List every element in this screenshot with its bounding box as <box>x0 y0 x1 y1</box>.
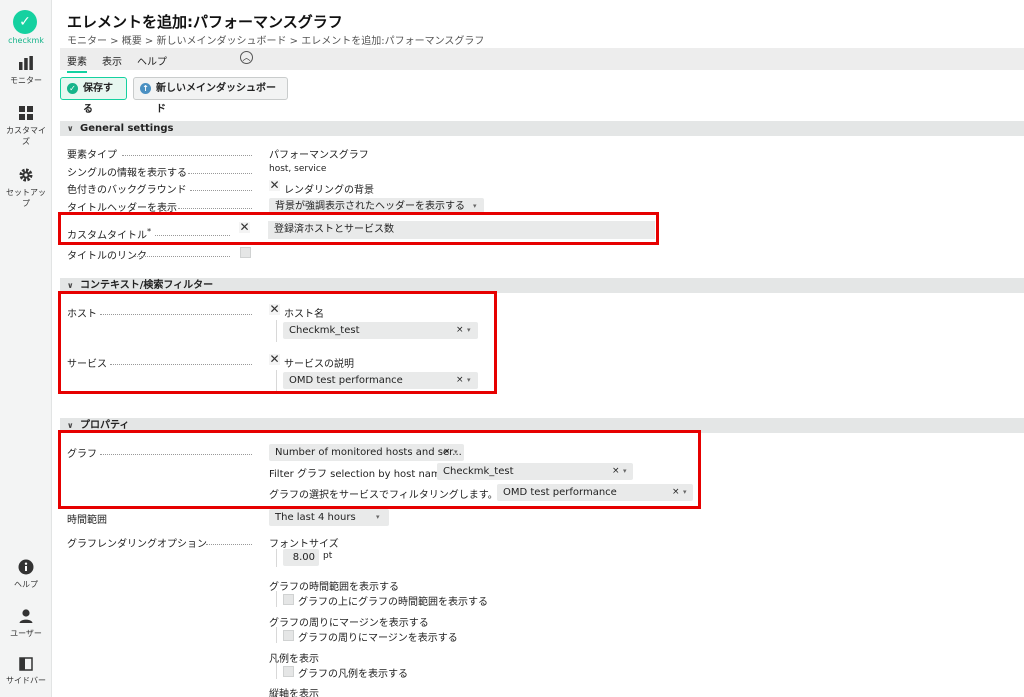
arrow-up-icon: ↑ <box>140 83 151 94</box>
info-icon <box>18 559 34 575</box>
legend-option: グラフの凡例を表示する <box>298 669 408 680</box>
dots-divider <box>134 256 230 257</box>
highlight-box-custom-title <box>58 212 659 245</box>
breadcrumb[interactable]: モニター > 概要 > 新しいメインダッシュボード > エレメントを追加:パフォ… <box>67 32 484 47</box>
colored-background-checkbox[interactable]: ✕ <box>269 179 280 191</box>
select-value: The last 4 hours <box>275 512 356 523</box>
font-size-unit: pt <box>323 551 333 561</box>
checkmk-logo-icon[interactable]: ✓ <box>13 10 37 34</box>
show-time-range-label: グラフの時間範囲を表示する <box>269 582 399 593</box>
title-link-label: タイトルのリンク <box>67 251 147 262</box>
menu-display[interactable]: 表示 <box>102 53 122 68</box>
highlight-box-graph-properties <box>58 430 701 509</box>
section-title: General settings <box>80 123 174 134</box>
dots-divider <box>206 544 252 545</box>
show-time-range-option: グラフの上にグラフの時間範囲を表示する <box>298 597 488 608</box>
sidebar-item-label: カスタマイズ <box>6 126 46 146</box>
sidebar-item-label: ユーザー <box>10 629 42 638</box>
chevron-down-icon: ∨ <box>67 124 74 133</box>
dashboard-button[interactable]: ↑ 新しいメインダッシュボード <box>133 77 288 115</box>
menu-bar: 要素 表示 ヘルプ ︿ <box>60 48 1024 73</box>
sidebar-item-label: ヘルプ <box>14 580 38 589</box>
section-title: コンテキスト/検索フィルター <box>80 280 214 291</box>
gear-icon <box>19 168 33 182</box>
sidebar-item-label: モニター <box>10 76 42 85</box>
dots-divider <box>190 190 252 191</box>
dropdown-arrow-icon: ▾ <box>376 513 380 521</box>
page-title: エレメントを追加:パフォーマンスグラフ <box>67 13 343 31</box>
sidebar-item-sidebar[interactable]: サイドバー <box>0 657 52 686</box>
dots-divider <box>188 173 252 174</box>
sidebar-item-customize[interactable]: カスタマイズ <box>0 105 52 147</box>
bar-chart-icon <box>19 56 33 70</box>
show-margin-option: グラフの周りにマージンを表示する <box>298 633 458 644</box>
show-legend-checkbox[interactable] <box>283 666 294 677</box>
sidebar-icon <box>19 657 33 671</box>
check-icon: ✓ <box>67 83 78 94</box>
element-type-label: 要素タイプ <box>67 150 117 161</box>
time-range-label: 時間範囲 <box>67 515 107 526</box>
user-icon <box>19 609 33 623</box>
show-time-range-checkbox[interactable] <box>283 594 294 605</box>
font-size-input[interactable]: 8.00 <box>283 549 319 566</box>
indent-bar <box>276 627 277 643</box>
section-general-settings[interactable]: ∨ General settings <box>60 121 1024 136</box>
sidebar-item-help[interactable]: ヘルプ <box>0 559 52 590</box>
sidebar-item-monitor[interactable]: モニター <box>0 55 52 86</box>
select-value: 背景が強調表示されたヘッダーを表示する <box>275 201 465 212</box>
element-type-value: パフォーマンスグラフ <box>269 150 369 161</box>
time-range-select[interactable]: The last 4 hours ▾ <box>269 509 389 526</box>
indent-bar <box>276 663 277 679</box>
menu-help[interactable]: ヘルプ <box>137 53 167 68</box>
grid-icon <box>19 106 33 120</box>
dashboard-button-label: 新しいメインダッシュボード <box>156 83 276 115</box>
indent-bar <box>276 591 277 607</box>
colored-background-label: 色付きのバックグラウンド <box>67 185 187 196</box>
logo-text: checkmk <box>8 36 44 45</box>
sidebar-item-label: セットアップ <box>6 188 46 208</box>
sidebar-item-user[interactable]: ユーザー <box>0 608 52 639</box>
single-info-label: シングルの情報を表示する <box>67 168 187 179</box>
title-link-checkbox[interactable] <box>240 247 251 258</box>
colored-background-value: レンダリングの背景 <box>284 185 374 196</box>
chevron-up-icon[interactable]: ︿ <box>240 51 253 64</box>
sidebar-item-setup[interactable]: セットアップ <box>0 167 52 209</box>
font-size-label: フォントサイズ <box>269 539 339 550</box>
menu-elements[interactable]: 要素 <box>67 53 87 73</box>
save-button-label: 保存する <box>83 83 113 115</box>
highlight-box-context-filters <box>58 291 497 394</box>
indent-bar <box>276 549 277 567</box>
show-margin-label: グラフの周りにマージンを表示する <box>269 618 429 629</box>
sidebar-item-label: サイドバー <box>6 676 46 685</box>
sidebar: ✓ checkmk モニター カスタマイズ セットアップ ヘルプ ユーザー サイ… <box>0 0 52 697</box>
save-button[interactable]: ✓ 保存する <box>60 77 127 115</box>
dots-divider <box>122 155 252 156</box>
single-info-value: host, service <box>269 164 327 174</box>
dots-divider <box>178 208 252 209</box>
render-options-label: グラフレンダリングオプション <box>67 539 207 550</box>
vertical-axis-label: 縦軸を表示 <box>269 689 319 697</box>
show-margin-checkbox[interactable] <box>283 630 294 641</box>
